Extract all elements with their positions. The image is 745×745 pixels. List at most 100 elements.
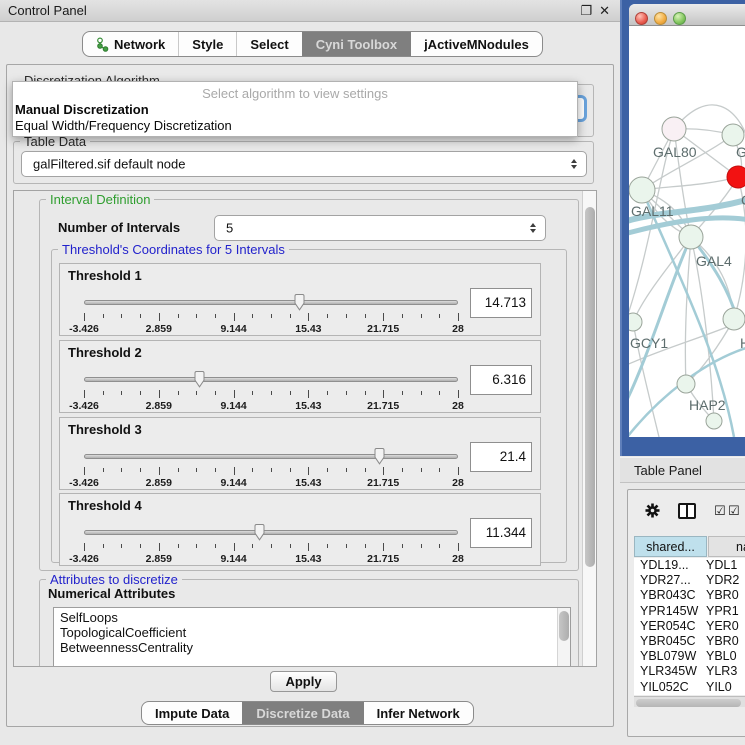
minimize-traffic-light-icon[interactable] [654,12,667,25]
threshold-4-value-field[interactable]: 11.344 [470,518,532,548]
cell-shared-name[interactable]: YDL19... [634,558,706,573]
cell-shared-name[interactable]: YLR345W [634,664,706,679]
node-bottom-partial [706,413,722,429]
node-label: GAL80 [653,144,697,160]
deselect-all-checkbox-icon[interactable]: ☑ [728,504,740,517]
cell-name[interactable]: YIL0 [706,680,745,695]
tab-style[interactable]: Style [178,32,236,56]
tick-label: 2.859 [146,553,172,565]
cell-shared-name[interactable]: YBL079W [634,649,706,664]
threshold-2-value-field[interactable]: 6.316 [470,365,532,395]
cell-name[interactable]: YLR3 [706,664,745,679]
table-row[interactable]: YDL19...YDL1 [634,558,745,573]
cell-shared-name[interactable]: YDR27... [634,573,706,588]
scrollbar-thumb[interactable] [585,207,595,567]
show-columns-icon[interactable] [678,503,696,519]
table-row[interactable]: YIL052CYIL0 [634,680,745,695]
threshold-3-value-field[interactable]: 21.4 [470,442,532,472]
settings-scrollbar[interactable] [582,191,596,666]
column-header-shared[interactable]: shared... [634,536,707,557]
cell-name[interactable]: YBL0 [706,649,745,664]
threshold-3-box: Threshold 3 -3.4262.8599.14415.4321.7152… [59,417,541,490]
slider-handle[interactable] [193,371,206,388]
tick-label: 28 [452,323,464,335]
threshold-4-slider[interactable]: -3.4262.8599.14415.4321.71528 [84,524,458,564]
table-horizontal-scrollbar[interactable] [634,696,745,707]
node-red [727,166,745,188]
slider-handle[interactable] [293,294,306,311]
cell-shared-name[interactable]: YPR145W [634,604,706,619]
table-row[interactable]: YER054CYER0 [634,619,745,634]
tab-infer-network[interactable]: Infer Network [363,702,473,724]
float-window-icon[interactable]: ❐ [580,3,592,19]
number-of-intervals-select[interactable]: 5 [214,215,546,241]
table-row[interactable]: YDR27...YDR2 [634,573,745,588]
cell-name[interactable]: YBR0 [706,634,745,649]
tab-impute-data[interactable]: Impute Data [142,702,242,724]
cell-name[interactable]: YDR2 [706,573,745,588]
scrollbar-thumb[interactable] [636,699,741,707]
threshold-1-value-field[interactable]: 14.713 [470,288,532,318]
tab-discretize-data[interactable]: Discretize Data [242,702,362,724]
tab-network[interactable]: Network [83,32,178,56]
table-data-select[interactable]: galFiltered.sif default node [21,151,587,177]
algorithm-option[interactable]: Manual Discretization [15,102,575,118]
tab-jactivemnodules[interactable]: jActiveMNodules [410,32,542,56]
table-row[interactable]: YBR045CYBR0 [634,634,745,649]
table-row[interactable]: YLR345WYLR3 [634,664,745,679]
gear-icon[interactable] [644,502,661,524]
table-row[interactable]: YPR145WYPR1 [634,604,745,619]
threshold-3-slider[interactable]: -3.4262.8599.14415.4321.71528 [84,448,458,488]
table-row[interactable]: YBL079WYBL0 [634,649,745,664]
slider-tick-labels: -3.4262.8599.14415.4321.71528 [84,400,458,412]
select-all-checkbox-icon[interactable]: ☑ [714,504,726,517]
algorithm-option[interactable]: Equal Width/Frequency Discretization [15,118,575,134]
cell-shared-name[interactable]: YIL052C [634,680,706,695]
tab-label: Discretize Data [256,706,349,721]
tick-label: -3.426 [69,553,99,565]
tick-label: 21.715 [367,477,399,489]
close-icon[interactable]: ✕ [599,3,610,19]
cell-name[interactable]: YDL1 [706,558,745,573]
slider-handle[interactable] [373,448,386,465]
threshold-1-label: Threshold 1 [68,268,142,283]
table-row[interactable]: YBR043CYBR0 [634,588,745,603]
attribute-list-item[interactable]: SelfLoops [60,610,570,625]
column-header-name[interactable]: na [708,536,745,557]
slider-handle[interactable] [253,524,266,541]
slider-ticks [84,467,458,476]
tab-label: Network [114,37,165,52]
algorithm-dropdown-popup: Select algorithm to view settings Manual… [12,81,578,137]
interval-definition-group-title: Interval Definition [46,192,154,207]
list-scrollbar[interactable] [557,608,570,667]
cell-shared-name[interactable]: YBR043C [634,588,706,603]
tab-cyni-toolbox[interactable]: Cyni Toolbox [302,32,410,56]
cell-name[interactable]: YPR1 [706,604,745,619]
slider-track [84,300,458,305]
close-traffic-light-icon[interactable] [635,12,648,25]
slider-tick-labels: -3.4262.8599.14415.4321.71528 [84,323,458,335]
thresholds-group-title: Threshold's Coordinates for 5 Intervals [58,242,289,257]
scrollbar-thumb[interactable] [559,611,569,641]
numerical-attributes-label: Numerical Attributes [48,586,175,601]
cell-shared-name[interactable]: YER054C [634,619,706,634]
tick-label: 21.715 [367,323,399,335]
node-h-partial [723,308,745,330]
threshold-1-slider[interactable]: -3.4262.8599.14415.4321.71528 [84,294,458,334]
slider-ticks [84,390,458,399]
node-gal4 [679,225,703,249]
tick-label: 9.144 [220,400,246,412]
tab-select[interactable]: Select [236,32,301,56]
threshold-2-slider[interactable]: -3.4262.8599.14415.4321.71528 [84,371,458,411]
network-canvas[interactable]: GAL80 GAL C GAL11 GAL4 GCY1 H HAP2 [629,26,745,437]
zoom-traffic-light-icon[interactable] [673,12,686,25]
cell-shared-name[interactable]: YBR045C [634,634,706,649]
node-hap2 [677,375,695,393]
attribute-list-item[interactable]: BetweennessCentrality [60,640,570,655]
cell-name[interactable]: YER0 [706,619,745,634]
tick-label: 9.144 [220,553,246,565]
table-panel-title: Table Panel [634,463,702,478]
attribute-list-item[interactable]: TopologicalCoefficient [60,625,570,640]
cell-name[interactable]: YBR0 [706,588,745,603]
apply-button[interactable]: Apply [270,671,337,692]
